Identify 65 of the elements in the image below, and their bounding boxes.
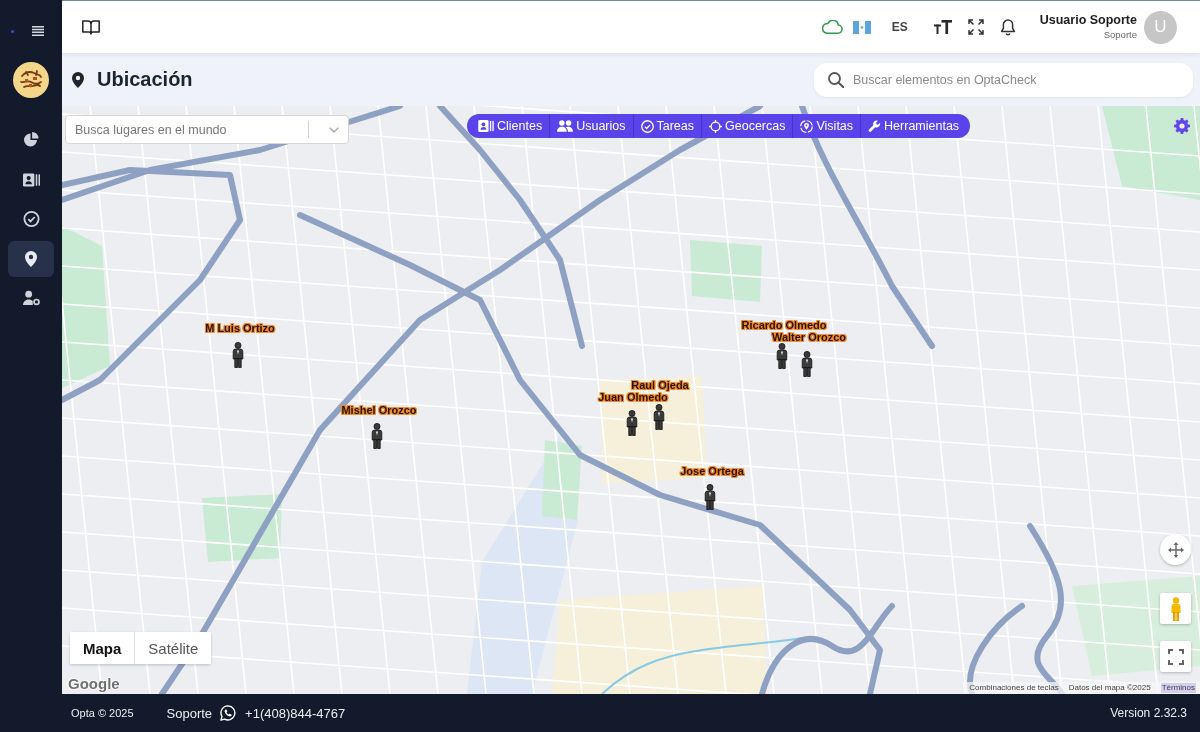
- language-button[interactable]: ES: [891, 20, 908, 34]
- toolbar-button[interactable]: Tareas: [632, 114, 702, 138]
- toolbar-button[interactable]: Clientes: [471, 114, 550, 138]
- person-marker-icon[interactable]: [232, 342, 244, 368]
- person-icon: [1169, 596, 1182, 621]
- chat-phone-icon[interactable]: [220, 705, 237, 721]
- cloud-icon: [821, 20, 843, 34]
- pan-arrows-icon: [1167, 541, 1184, 558]
- settings-icon[interactable]: [1174, 118, 1190, 134]
- user-role: Soporte: [1103, 28, 1137, 41]
- person-marker-icon[interactable]: [704, 484, 716, 510]
- id-card-icon: [22, 171, 40, 188]
- marker-label: Ricardo Olmedo: [741, 319, 827, 331]
- expand-icon[interactable]: [967, 19, 984, 35]
- marker-label: Walter Orozco: [771, 331, 847, 343]
- copyright-text: Opta © 2025: [71, 707, 134, 719]
- search-icon: [828, 71, 844, 88]
- support-label: Soporte: [166, 705, 213, 721]
- check-circle-icon: [640, 119, 654, 133]
- person-marker-icon[interactable]: [776, 343, 788, 369]
- page-title: Ubicación: [97, 68, 193, 91]
- person-marker-icon[interactable]: [371, 423, 383, 449]
- map-pin-icon: [72, 71, 84, 88]
- fullscreen-icon: [1167, 648, 1184, 665]
- id-card-icon: [478, 120, 494, 132]
- users-icon: [557, 120, 574, 132]
- fullscreen-button[interactable]: [1160, 641, 1191, 672]
- crosshair-icon: [709, 119, 723, 133]
- toolbar-button[interactable]: Geocercas: [701, 114, 793, 138]
- user-name: Usuario Soporte: [1039, 13, 1137, 28]
- user-gear-icon: [22, 290, 40, 306]
- shortcuts-button[interactable]: Combinaciones de teclas: [969, 683, 1059, 693]
- menu-icon[interactable]: [32, 26, 44, 36]
- terms-link[interactable]: Términos: [1160, 683, 1196, 693]
- map-pin-icon: [25, 250, 37, 267]
- check-circle-icon: [22, 211, 40, 227]
- person-marker-icon[interactable]: [626, 410, 638, 436]
- sidebar-item[interactable]: [8, 240, 54, 277]
- marker-label: Mishel Orozco: [341, 404, 417, 416]
- wrench-icon: [868, 119, 882, 133]
- bell-icon[interactable]: [999, 18, 1016, 36]
- pie-chart-icon: [22, 132, 40, 148]
- map-data-text: Datos del mapa ©2025: [1068, 683, 1151, 693]
- search-field[interactable]: Buscar elementos en OptaCheck: [814, 62, 1193, 97]
- map-type-tab[interactable]: Mapa: [70, 632, 136, 664]
- book-icon[interactable]: [82, 19, 100, 35]
- dot-icon: [11, 29, 14, 33]
- phone-number[interactable]: +1(408)844-4767: [245, 705, 346, 721]
- toolbar-button[interactable]: Visitas: [792, 114, 861, 138]
- logo-icon[interactable]: [13, 62, 49, 98]
- person-marker-icon[interactable]: [653, 404, 665, 430]
- place-search-field[interactable]: Busca lugares en el mundo: [65, 115, 349, 144]
- text-size-icon[interactable]: [933, 20, 952, 34]
- marker-label: Jose Ortega: [680, 465, 744, 477]
- google-logo[interactable]: Google: [68, 676, 120, 692]
- person-marker-icon[interactable]: [801, 351, 813, 377]
- pin-circle-icon: [800, 119, 814, 133]
- marker-label: Raul Ojeda: [631, 379, 689, 391]
- map-type-tab[interactable]: Satélite: [135, 632, 212, 664]
- version-text: Version 2.32.3: [1110, 706, 1187, 720]
- marker-label: M Luis Ortizo: [205, 322, 275, 334]
- toolbar-button[interactable]: Herramientas: [860, 114, 967, 138]
- toolbar-button[interactable]: Usuarios: [549, 114, 633, 138]
- marker-label: Juan Olmedo: [598, 391, 668, 403]
- flag-icon[interactable]: [852, 20, 871, 34]
